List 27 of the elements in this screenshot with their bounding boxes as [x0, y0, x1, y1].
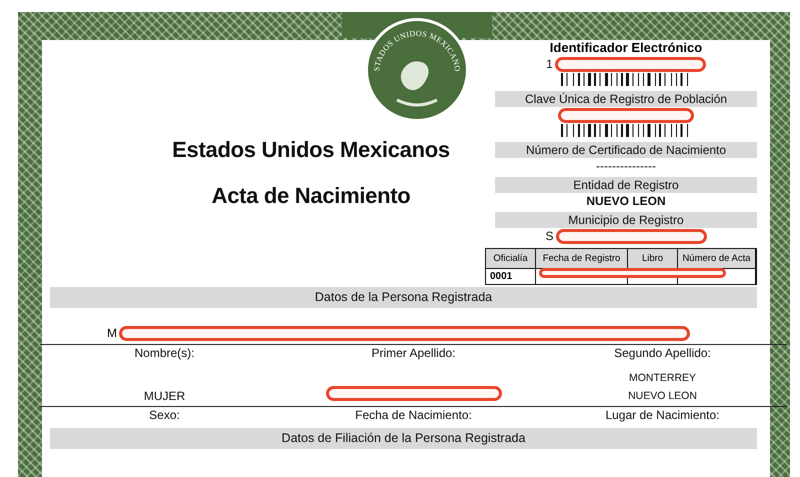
field-label: Primer Apellido:	[370, 345, 457, 361]
field-label: Segundo Apellido:	[613, 345, 712, 361]
field-value: MUJER	[144, 388, 186, 405]
document-subtitle: Acta de Nacimiento	[212, 183, 410, 209]
field-value: S	[545, 229, 554, 243]
column-header: Número de Acta	[678, 249, 756, 269]
field-label: Clave Única de Registro de Población	[495, 91, 757, 107]
field-value: MONTERREY	[628, 371, 696, 386]
document-title: Estados Unidos Mexicanos	[172, 137, 450, 163]
field-label: Sexo:	[148, 407, 181, 423]
field-value: NUEVO LEON	[628, 389, 697, 404]
column-header: Fecha de Registro	[536, 249, 628, 269]
column-header: Libro	[628, 249, 678, 269]
section-heading: Datos de Filiación de la Persona Registrada	[50, 428, 757, 449]
field-label: Municipio de Registro	[495, 212, 757, 228]
field-label: Entidad de Registro	[495, 177, 757, 193]
field-label: Lugar de Nacimiento:	[604, 407, 721, 423]
field-value: NUEVO LEON	[585, 193, 667, 209]
table-cell: 0001	[486, 269, 536, 284]
field-value: 1	[546, 57, 553, 71]
field-label: Número de Certificado de Nacimiento	[495, 142, 757, 158]
field-label: Fecha de Nacimiento:	[354, 407, 473, 423]
field-label: Nombre(s):	[133, 345, 196, 361]
field-value: ---------------	[595, 158, 657, 174]
field-value: M	[107, 326, 117, 340]
column-header: Oficialía	[486, 249, 536, 269]
section-heading: Datos de la Persona Registrada	[50, 287, 757, 308]
